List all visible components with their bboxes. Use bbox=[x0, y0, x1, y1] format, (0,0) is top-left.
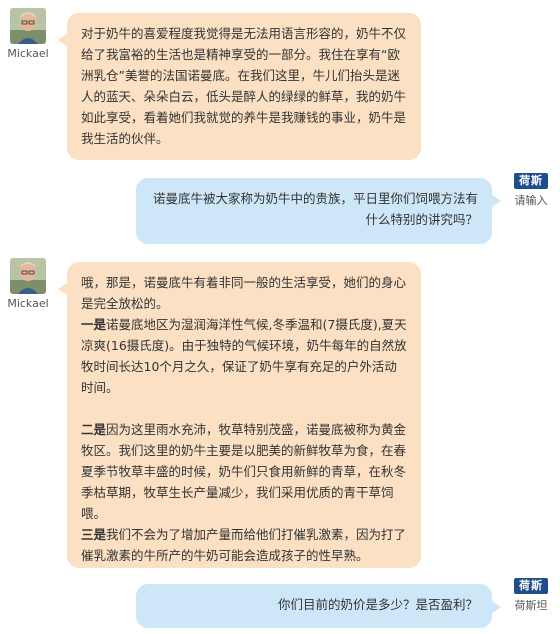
point-lead: 一是 bbox=[81, 317, 107, 332]
sender-name: Mickael bbox=[7, 297, 49, 310]
sender-name: 请输入 bbox=[514, 194, 548, 207]
brand-logo: 荷斯坦 bbox=[514, 578, 548, 608]
point-text: 因为这里雨水充沛，牧草特别茂盛，诺曼底被称为黄金牧区。我们这里的奶牛主要是以肥美… bbox=[81, 422, 407, 521]
message-1-bubble: 对于奶牛的喜爱程度我觉得是无法用语言形容的，奶牛不仅给了我富裕的生活也是精神享受… bbox=[58, 13, 421, 160]
person-photo-icon bbox=[10, 8, 46, 44]
message-3-avatar: Mickael bbox=[6, 258, 50, 310]
message-1-avatar: Mickael bbox=[6, 8, 50, 60]
message-3-point-1: 一是诺曼底地区为湿润海洋性气候,冬季温和(7摄氏度),夏天凉爽(16摄氏度)。由… bbox=[81, 314, 407, 398]
message-3-intro: 哦，那是，诺曼底牛有着非同一般的生活享受，她们的身心是完全放松的。 bbox=[81, 275, 407, 311]
point-lead: 三是 bbox=[81, 527, 107, 542]
message-2-text: 诺曼底牛被大家称为奶牛中的贵族，平日里你们饲喂方法有什么特别的讲究吗？ bbox=[152, 191, 478, 227]
message-2-bubble: 诺曼底牛被大家称为奶牛中的贵族，平日里你们饲喂方法有什么特别的讲究吗？ bbox=[136, 178, 501, 244]
message-4-text: 你们目前的奶价是多少？是否盈利？ bbox=[277, 597, 478, 612]
point-text: 我们不会为了增加产量而给他们打催乳激素，因为打了催乳激素的牛所产的牛奶可能会造成… bbox=[81, 527, 407, 563]
message-4-bubble: 你们目前的奶价是多少？是否盈利？ bbox=[136, 584, 501, 628]
person-photo-icon bbox=[10, 258, 46, 294]
brand-logo: 荷斯坦 bbox=[514, 173, 548, 203]
message-3-point-2: 二是因为这里雨水充沛，牧草特别茂盛，诺曼底被称为黄金牧区。我们这里的奶牛主要是以… bbox=[81, 419, 407, 524]
message-1-text: 对于奶牛的喜爱程度我觉得是无法用语言形容的，奶牛不仅给了我富裕的生活也是精神享受… bbox=[81, 26, 407, 146]
message-4-avatar: 荷斯坦 荷斯坦 bbox=[505, 578, 557, 613]
sender-name: 荷斯坦 bbox=[514, 599, 548, 612]
avatar bbox=[10, 8, 46, 44]
message-3-bubble: 哦，那是，诺曼底牛有着非同一般的生活享受，她们的身心是完全放松的。 一是诺曼底地… bbox=[58, 262, 421, 568]
point-text: 诺曼底地区为湿润海洋性气候,冬季温和(7摄氏度),夏天凉爽(16摄氏度)。由于独… bbox=[81, 317, 407, 395]
message-3-point-3: 三是我们不会为了增加产量而给他们打催乳激素，因为打了催乳激素的牛所产的牛奶可能会… bbox=[81, 524, 407, 566]
avatar bbox=[10, 258, 46, 294]
sender-name: Mickael bbox=[7, 47, 49, 60]
point-lead: 二是 bbox=[81, 422, 107, 437]
message-2-avatar: 荷斯坦 请输入 bbox=[505, 173, 557, 208]
